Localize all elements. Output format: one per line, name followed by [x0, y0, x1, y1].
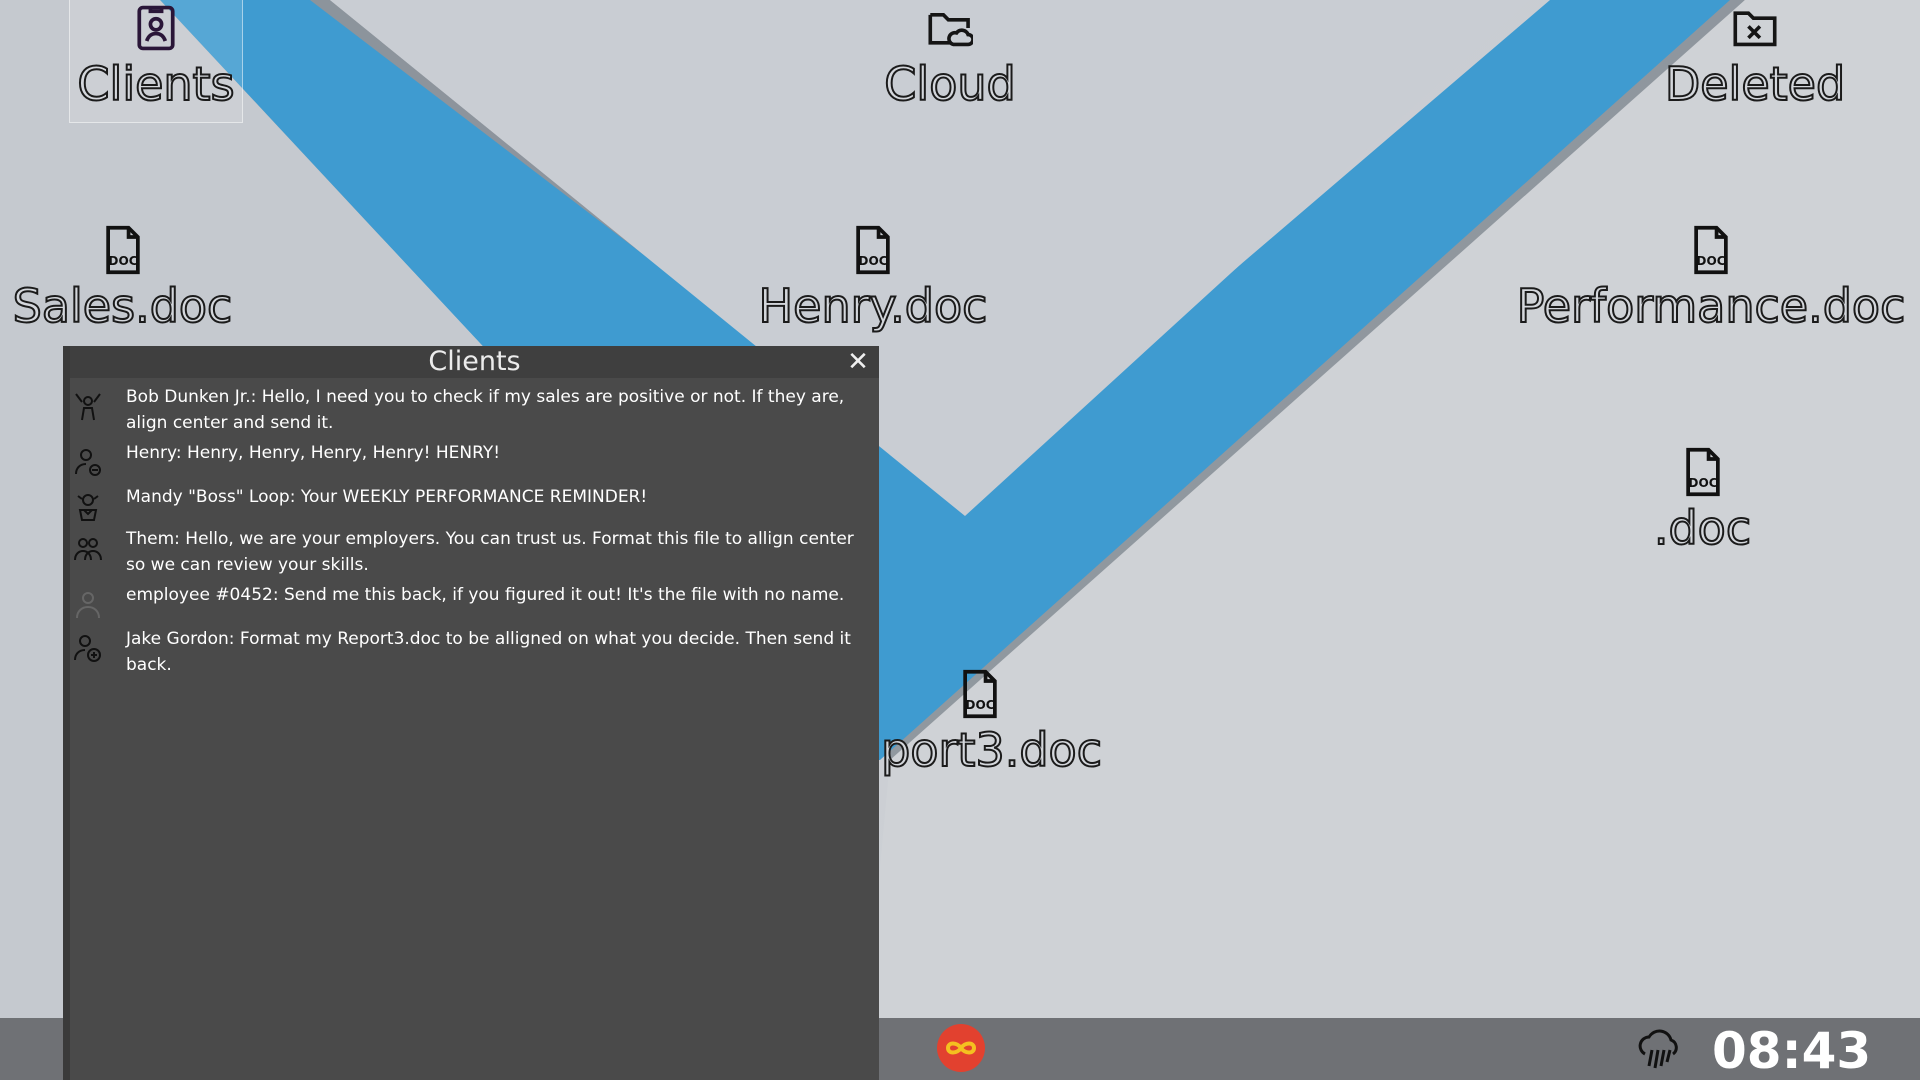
message-text: employee #0452: Send me this back, if yo… [126, 585, 845, 605]
desktop-icon-label: Henry.doc [758, 278, 989, 334]
cheering-person-icon [72, 390, 108, 426]
desktop-icon-label: Sales.doc [12, 278, 234, 334]
doc-file-icon: DOC [849, 222, 897, 278]
infinity-icon [945, 1041, 977, 1055]
message-list: Bob Dunken Jr.: Hello, I need you to che… [70, 378, 879, 678]
desktop: Clients Cloud Deleted DOC Sales.doc DOC … [0, 0, 1920, 1080]
message-text: Mandy "Boss" Loop: Your WEEKLY PERFORMAN… [126, 487, 648, 507]
boss-person-icon [72, 490, 108, 526]
desktop-icon-label: Deleted [1664, 56, 1846, 112]
faded-person-icon [72, 588, 108, 624]
message-item[interactable]: Jake Gordon: Format my Report3.doc to be… [70, 626, 879, 678]
rain-cloud-icon[interactable] [1635, 1024, 1683, 1072]
window-title: Clients [428, 346, 521, 377]
doc-file-icon: DOC [956, 666, 1004, 722]
message-text: Bob Dunken Jr.: Hello, I need you to che… [126, 387, 845, 433]
desktop-icon-deleted[interactable]: Deleted [1664, 0, 1846, 112]
clock[interactable]: 08:43 [1712, 1018, 1871, 1080]
cloud-folder-icon [926, 0, 974, 56]
desktop-icon-label: Cloud [883, 56, 1016, 112]
message-text: Henry: Henry, Henry, Henry, Henry! HENRY… [126, 443, 501, 463]
person-add-icon [72, 632, 108, 668]
desktop-icon-clients[interactable]: Clients [69, 0, 243, 123]
message-item[interactable]: Henry: Henry, Henry, Henry, Henry! HENRY… [70, 440, 879, 484]
svg-text:DOC: DOC [965, 698, 994, 712]
svg-text:DOC: DOC [858, 254, 887, 268]
desktop-icon-label: Performance.doc [1516, 278, 1907, 334]
desktop-icon-label: port3.doc [880, 722, 1103, 778]
contact-folder-icon [132, 0, 180, 56]
desktop-icon-cloud[interactable]: Cloud [880, 0, 1020, 112]
desktop-icon-performance-doc[interactable]: DOC Performance.doc [1507, 222, 1915, 334]
message-item[interactable]: employee #0452: Send me this back, if yo… [70, 582, 879, 626]
group-icon [72, 532, 108, 568]
doc-file-icon: DOC [1679, 444, 1727, 500]
desktop-icon-label: Clients [76, 56, 235, 112]
svg-text:DOC: DOC [108, 254, 137, 268]
desktop-icon-label: .doc [1653, 500, 1752, 556]
message-text: Them: Hello, we are your employers. You … [126, 529, 854, 575]
doc-file-icon: DOC [1687, 222, 1735, 278]
message-item[interactable]: Bob Dunken Jr.: Hello, I need you to che… [70, 384, 879, 440]
desktop-icon-henry-doc[interactable]: DOC Henry.doc [753, 222, 993, 334]
person-settings-icon [72, 446, 108, 482]
window-titlebar[interactable]: Clients ✕ [70, 346, 879, 378]
svg-text:DOC: DOC [1688, 476, 1717, 490]
desktop-icon-sales-doc[interactable]: DOC Sales.doc [5, 222, 240, 334]
message-item[interactable]: Them: Hello, we are your employers. You … [70, 526, 879, 582]
taskbar-launcher-button[interactable] [937, 1024, 985, 1072]
desktop-icon-unnamed-doc[interactable]: DOC .doc [1640, 444, 1765, 556]
message-item[interactable]: Mandy "Boss" Loop: Your WEEKLY PERFORMAN… [70, 484, 879, 526]
deleted-folder-icon [1731, 0, 1779, 56]
desktop-icon-report3-doc[interactable]: DOC port3.doc [858, 666, 1103, 778]
message-text: Jake Gordon: Format my Report3.doc to be… [126, 629, 851, 675]
clients-window: Clients ✕ Bob Dunken Jr.: Hello, I need … [63, 346, 879, 1080]
svg-text:DOC: DOC [1696, 254, 1725, 268]
doc-file-icon: DOC [99, 222, 147, 278]
close-button[interactable]: ✕ [845, 348, 871, 374]
